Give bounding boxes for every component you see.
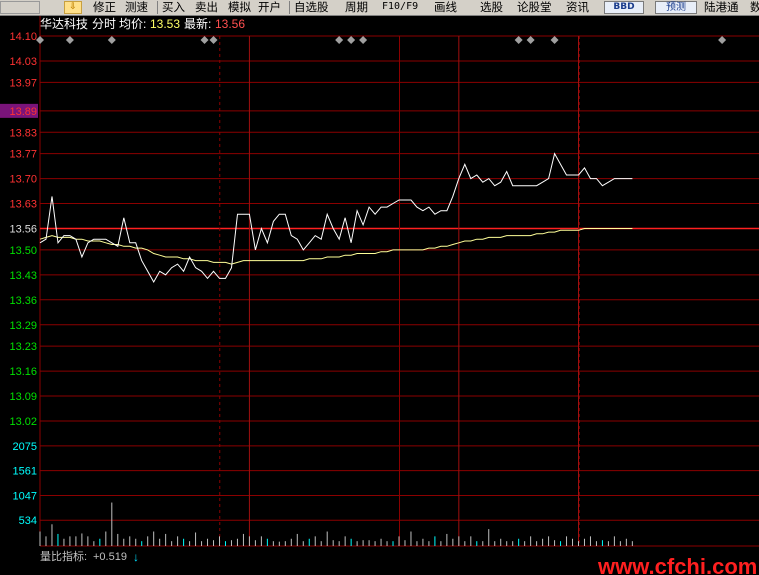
- volume-tick-label: 1047: [13, 490, 37, 502]
- back-button[interactable]: [0, 1, 40, 14]
- price-tick-label: 13.23: [9, 341, 37, 353]
- toolbar-item-forum[interactable]: 论股堂: [517, 0, 552, 15]
- price-tick-label: 13.50: [9, 245, 37, 257]
- down-arrow-icon: ⇩: [69, 2, 77, 12]
- toolbar-item-simulate[interactable]: 模拟: [228, 0, 251, 15]
- avg-price-label: 均价:: [119, 17, 146, 31]
- toolbar-item-speedtest[interactable]: 测速: [125, 0, 148, 15]
- price-tick-label: 13.77: [9, 149, 37, 161]
- toolbar-item-sell[interactable]: 卖出: [195, 0, 218, 15]
- volume-tick-label: 2075: [13, 441, 37, 453]
- event-marker-icon: [209, 36, 218, 44]
- toolbar-item-draw[interactable]: 画线: [434, 0, 457, 15]
- mode-label: 分时: [92, 17, 116, 31]
- price-tick-label: 13.09: [9, 391, 37, 403]
- volume-ratio-label: 量比指标:: [40, 549, 87, 563]
- chart-header: 华达科技 分时 均价: 13.53 最新: 13.56: [40, 16, 245, 31]
- toolbar-item-open-account[interactable]: 开户: [258, 0, 281, 15]
- toolbar: ⇩ 修正 测速 买入 卖出 模拟 开户 自选股 周期 F10/F9 画线 选股 …: [0, 0, 759, 16]
- price-tick-label: 13.63: [9, 199, 37, 211]
- volume-ratio-arrow: ↓: [133, 550, 139, 564]
- avg-price-value: 13.53: [150, 17, 180, 31]
- event-marker-icon: [65, 36, 74, 44]
- price-line: [39, 152, 633, 284]
- toolbar-item-stock-picker[interactable]: 选股: [480, 0, 503, 15]
- price-tick-label: 13.89: [9, 106, 37, 118]
- forecast-button[interactable]: 预测: [655, 1, 697, 14]
- toolbar-item-news[interactable]: 资讯: [566, 0, 589, 15]
- toolbar-item-buy[interactable]: 买入: [162, 0, 185, 15]
- price-axis: 14.10 14.03 13.97 13.89 13.83 13.77 13.70 13.63…: [0, 31, 38, 428]
- price-tick-label: 13.36: [9, 295, 37, 307]
- event-markers: [36, 36, 727, 44]
- stock-name: 华达科技: [40, 17, 88, 31]
- price-tick-label: 13.29: [9, 320, 37, 332]
- price-lines: [39, 152, 633, 284]
- event-marker-icon: [107, 36, 116, 44]
- price-tick-label: 13.02: [9, 416, 37, 428]
- down-arrow-button[interactable]: ⇩: [64, 1, 82, 14]
- event-marker-icon: [526, 36, 535, 44]
- price-tick-label: 13.43: [9, 270, 37, 282]
- volume-bars: [39, 502, 633, 546]
- price-tick-label: 13.97: [9, 77, 37, 89]
- price-tick-label: 13.83: [9, 127, 37, 139]
- price-tick-label: 13.16: [9, 366, 37, 378]
- toolbar-item-period[interactable]: 周期: [345, 0, 368, 15]
- event-marker-icon: [347, 36, 356, 44]
- volume-tick-label: 534: [19, 515, 37, 527]
- event-marker-icon: [36, 36, 44, 44]
- bbd-button[interactable]: BBD: [604, 1, 644, 14]
- volume-ratio-value: +0.519: [93, 551, 127, 563]
- toolbar-item-more[interactable]: 数: [750, 0, 759, 15]
- price-tick-label: 14.10: [9, 31, 37, 43]
- event-marker-icon: [718, 36, 727, 44]
- intraday-chart[interactable]: 华达科技 分时 均价: 13.53 最新: 13.56 14.10 14.03 13…: [0, 16, 759, 575]
- volume-axis: 2075 1561 1047 534: [13, 441, 37, 527]
- toolbar-item-f10[interactable]: F10/F9: [382, 0, 418, 15]
- event-marker-icon: [335, 36, 344, 44]
- last-price-label: 最新:: [184, 16, 211, 31]
- chart-footer: 量比指标: +0.519 ↓ www.cfchi.com: [40, 549, 757, 575]
- event-marker-icon: [359, 36, 368, 44]
- event-marker-icon: [200, 36, 209, 44]
- event-marker-icon: [550, 36, 559, 44]
- volume-tick-label: 1561: [13, 466, 37, 478]
- last-price-value: 13.56: [215, 17, 245, 31]
- chart-grid: [39, 16, 759, 547]
- event-marker-icon: [514, 36, 523, 44]
- toolbar-item-watchlist[interactable]: 自选股: [294, 0, 329, 15]
- price-tick-label: 14.03: [9, 56, 37, 68]
- toolbar-item-hk-connect[interactable]: 陆港通: [704, 0, 739, 15]
- watermark: www.cfchi.com: [597, 554, 757, 575]
- price-tick-label: 13.70: [9, 174, 37, 186]
- toolbar-item-fix[interactable]: 修正: [93, 0, 116, 15]
- price-tick-label: 13.56: [9, 224, 37, 236]
